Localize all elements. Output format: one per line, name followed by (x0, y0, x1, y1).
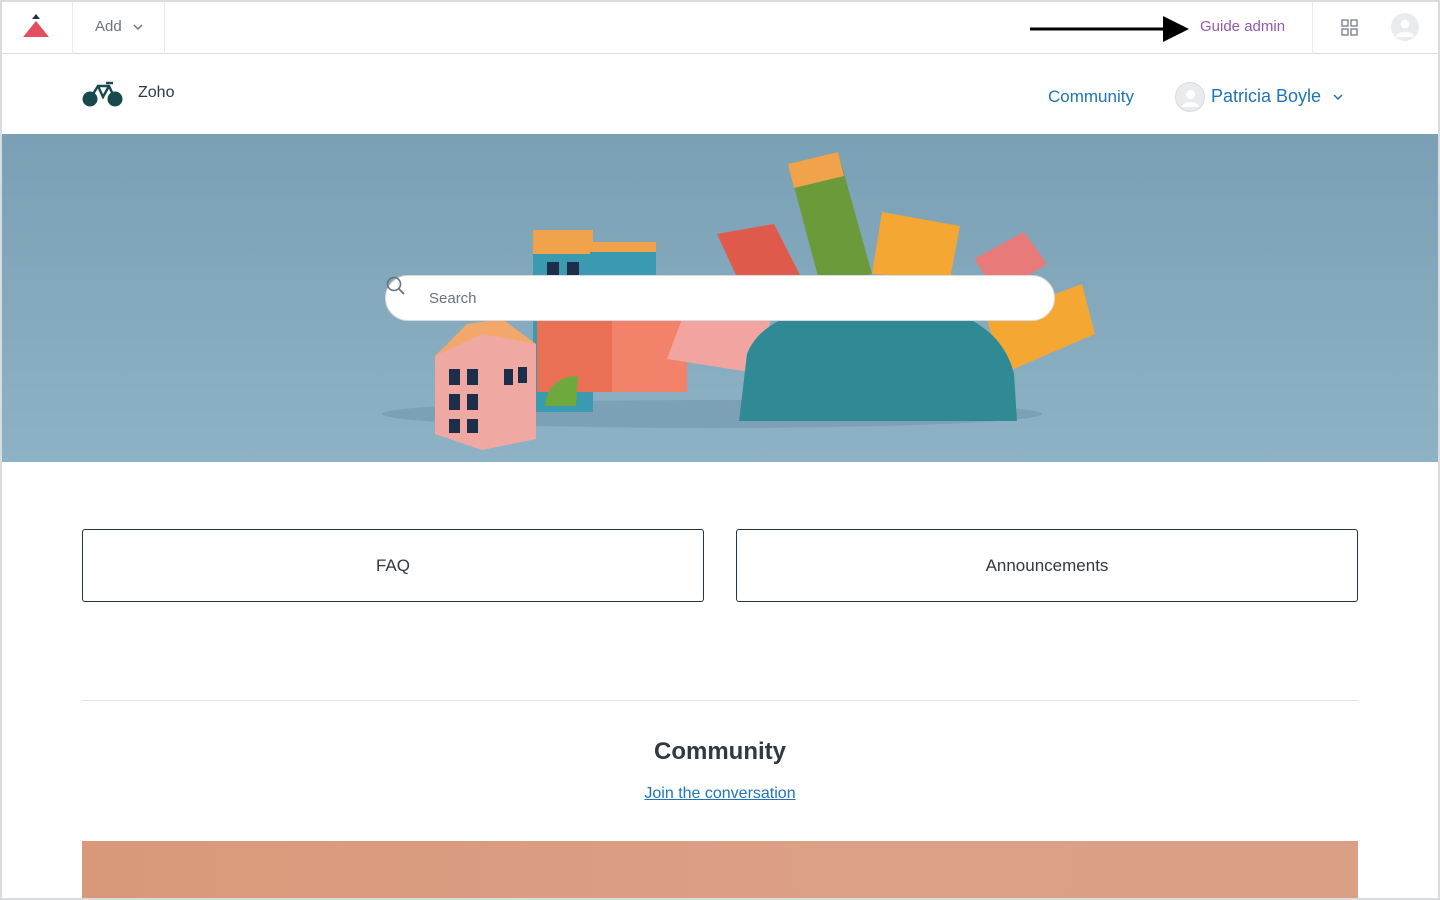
apps-area (1312, 0, 1440, 54)
search-input[interactable] (429, 276, 1029, 320)
category-announcements[interactable]: Announcements (736, 529, 1358, 602)
arrow-annotation-icon (1030, 16, 1189, 42)
chevron-down-icon[interactable] (1333, 92, 1343, 102)
guide-admin-link[interactable]: Guide admin (1200, 18, 1285, 35)
join-conversation-link[interactable]: Join the conversation (644, 785, 795, 802)
add-menu-button[interactable]: Add (73, 0, 165, 54)
add-label: Add (95, 18, 122, 35)
hero-banner (2, 134, 1438, 462)
section-divider (82, 700, 1358, 701)
search-icon (386, 276, 405, 295)
admin-topbar: Add Guide admin (0, 0, 1440, 54)
nav-community-link[interactable]: Community (1048, 87, 1134, 107)
chevron-down-icon (133, 24, 143, 30)
grid-icon[interactable] (1341, 19, 1359, 37)
brand-name[interactable]: Zoho (138, 84, 174, 102)
user-menu-name[interactable]: Patricia Boyle (1211, 86, 1321, 107)
zendesk-logo-icon (23, 14, 49, 37)
user-avatar-icon (1182, 90, 1199, 107)
user-avatar-icon (1396, 19, 1414, 37)
admin-avatar[interactable] (1391, 13, 1419, 41)
bicycle-logo-icon[interactable] (82, 80, 124, 108)
user-avatar[interactable] (1175, 82, 1205, 112)
join-conversation-row: Join the conversation (0, 785, 1440, 803)
product-logo[interactable] (0, 0, 73, 54)
search-box[interactable] (385, 275, 1055, 321)
community-title: Community (654, 738, 786, 765)
category-faq[interactable]: FAQ (82, 529, 704, 602)
community-banner-image (82, 841, 1358, 900)
